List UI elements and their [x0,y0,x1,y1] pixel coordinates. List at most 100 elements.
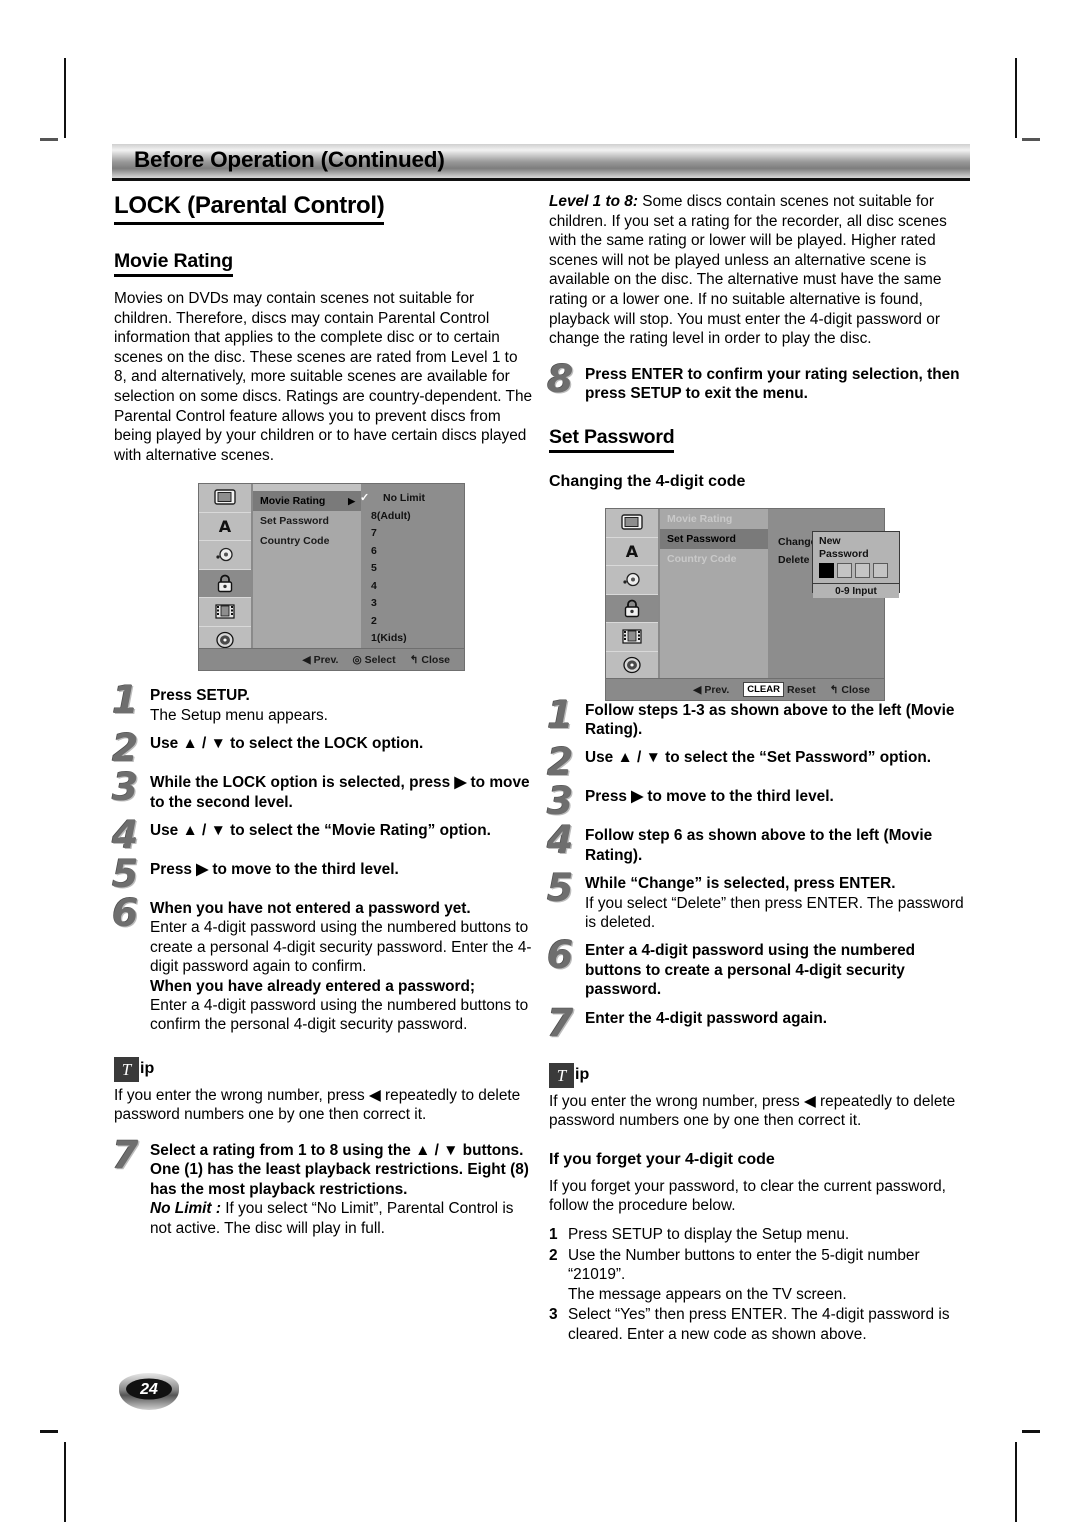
level-label: Level 1 to 8: [549,193,638,210]
film-strip-icon[interactable] [606,623,658,652]
left-steps-list: 1 Press SETUP. The Setup menu appears. 2 Use… [112,681,534,893]
tip-ip-label: ip [575,1066,590,1084]
forgot-list-item: 2 Use the Number buttons to enter the 5-d… [549,1246,969,1305]
osd-option-item[interactable]: 4 [361,578,464,596]
password-digit-box[interactable] [873,563,888,578]
step-text: Press ▶ to move to the third level. [585,787,969,806]
osd-close-hint: ↰ Close [410,654,450,666]
audio-icon[interactable] [199,541,251,570]
lock-icon[interactable] [606,594,658,623]
password-digit-boxes[interactable] [813,560,899,583]
step-number: 4 [547,818,574,863]
osd-option-item[interactable]: 5 [361,560,464,578]
step-text-plain: If you select “Delete” then press ENTER.… [585,894,964,931]
osd-prev-hint: ◀ Prev. [693,684,729,696]
step-text: While the LOCK option is selected, press… [150,773,534,812]
right-tip-text: If you enter the wrong number, press ◀ r… [549,1092,956,1130]
osd-option-item[interactable]: 7 [361,525,464,543]
popup-line-2: Password [819,547,869,560]
right-steps-list: 1 Follow steps 1-3 as shown above to the … [547,696,969,1042]
step-text-plain: The Setup menu appears. [150,706,328,724]
right-column: Level 1 to 8: Some discs contain scenes … [547,192,969,1345]
osd-option-item[interactable]: 8(Adult) [361,508,464,526]
step-number: 7 [547,1000,574,1045]
list-number: 3 [549,1306,558,1324]
forgot-code-intro: If you forget your password, to clear th… [549,1177,946,1215]
list-number: 1 [549,1226,558,1243]
language-a-icon[interactable]: A [606,538,658,566]
left-tip: Tip If you enter the wrong number, press… [114,1056,534,1125]
step-text-bold: Use ▲ / ▼ to select the “Movie Rating” o… [150,821,491,839]
lock-icon[interactable] [199,569,251,598]
step-number: 7 [112,1133,139,1177]
tip-t-glyph: T [549,1062,574,1088]
left-tip-text: If you enter the wrong number, press ◀ r… [114,1086,521,1124]
tv-display-icon[interactable] [606,509,658,538]
right-tip: Tip If you enter the wrong number, press… [549,1062,969,1131]
step7-no-limit-label: No Limit : [150,1200,221,1218]
crop-mark-top-left [64,58,66,138]
osd-sidebar: A [199,484,253,655]
step-text: Press SETUP. The Setup menu appears. [150,686,534,725]
tv-display-icon[interactable] [199,484,251,513]
osd-menu-item[interactable]: Set Password [660,529,768,549]
crop-mark-bottom-right [1015,1442,1017,1522]
enter-circle-icon: ◎ [352,653,362,666]
osd-option-item[interactable]: 6 [361,543,464,561]
manual-page: Before Operation (Continued) LOCK (Paren… [0,0,1080,1528]
osd-menu-item[interactable]: Country Code [660,549,768,569]
disc-icon[interactable] [606,652,658,680]
crop-dash-top-left [40,138,58,141]
osd-option-item[interactable]: 2 [361,613,464,631]
level-text: Some discs contain scenes not suitable f… [549,193,947,348]
password-digit-box[interactable] [855,563,870,578]
step7-bold: Select a rating from 1 to 8 using the ▲ … [150,1142,529,1198]
step-text-bold: Enter the 4-digit password again. [585,1009,828,1027]
osd-close-label: Close [421,653,450,666]
step6-plain-1: Enter a 4-digit password using the numbe… [150,919,532,976]
osd-option-item[interactable]: 1(Kids) [361,630,464,648]
tip-badge: Tip [549,1062,590,1088]
osd-reset-label: Reset [786,683,816,696]
step-item: 7 Enter the 4-digit password again. [547,1004,969,1042]
step-text-bold: Press ▶ to move to the third level. [585,788,834,806]
osd-menu-item[interactable]: Movie Rating ▶ [253,491,361,511]
step-text-bold: Follow step 6 as shown above to the left… [585,827,933,864]
osd-menu-item[interactable]: Movie Rating [660,509,768,529]
svg-text:A: A [219,517,232,535]
forgot-code-list: 1 Press SETUP to display the Setup menu. 2… [549,1225,969,1345]
step-item: 3 Press ▶ to move to the third level. [547,782,969,820]
step-item: 5 Press ▶ to move to the third level. [112,855,534,893]
step-text-bold: Press ▶ to move to the third level. [150,860,399,878]
tip-ip-label: ip [140,1060,155,1078]
password-digit-box[interactable] [837,563,852,578]
list-number: 2 [549,1246,558,1264]
clear-button[interactable]: CLEAR [743,682,784,697]
film-strip-icon[interactable] [199,598,251,627]
audio-icon[interactable] [606,566,658,595]
step-item: 2 Use ▲ / ▼ to select the LOCK option. [112,729,534,767]
step-text: Enter the 4-digit password again. [585,1009,969,1028]
tip-t-glyph: T [114,1056,139,1082]
step-number: 6 [112,890,139,935]
osd-menu-item[interactable]: Country Code [253,531,361,551]
osd-sidebar: A [606,509,660,680]
page-number-badge: 24 [117,1371,181,1411]
level-description: Level 1 to 8: Some discs contain scenes … [549,192,969,349]
forgot-list-item: 1 Press SETUP to display the Setup menu. [549,1225,969,1245]
step-number: 2 [547,740,574,785]
step8-bold: Press ENTER to confirm your rating selec… [585,365,960,403]
language-a-icon[interactable]: A [199,513,251,541]
password-digit-box[interactable] [819,563,834,578]
step-text-bold: Use ▲ / ▼ to select the LOCK option. [150,735,424,753]
osd-option-item[interactable]: ✓ No Limit [360,490,464,508]
page-number: 24 [140,1381,158,1398]
step-number: 8 [547,356,574,401]
osd-reset-hint: CLEAR Reset [743,682,816,697]
osd-option-item[interactable]: 3 [361,595,464,613]
svg-text:A: A [626,542,639,560]
osd-menu-item[interactable]: Set Password [253,511,361,531]
step-item: 6 Enter a 4-digit password using the numb… [547,936,969,999]
osd-menu-top-edge [253,484,361,491]
page-title: Before Operation (Continued) [134,147,445,172]
